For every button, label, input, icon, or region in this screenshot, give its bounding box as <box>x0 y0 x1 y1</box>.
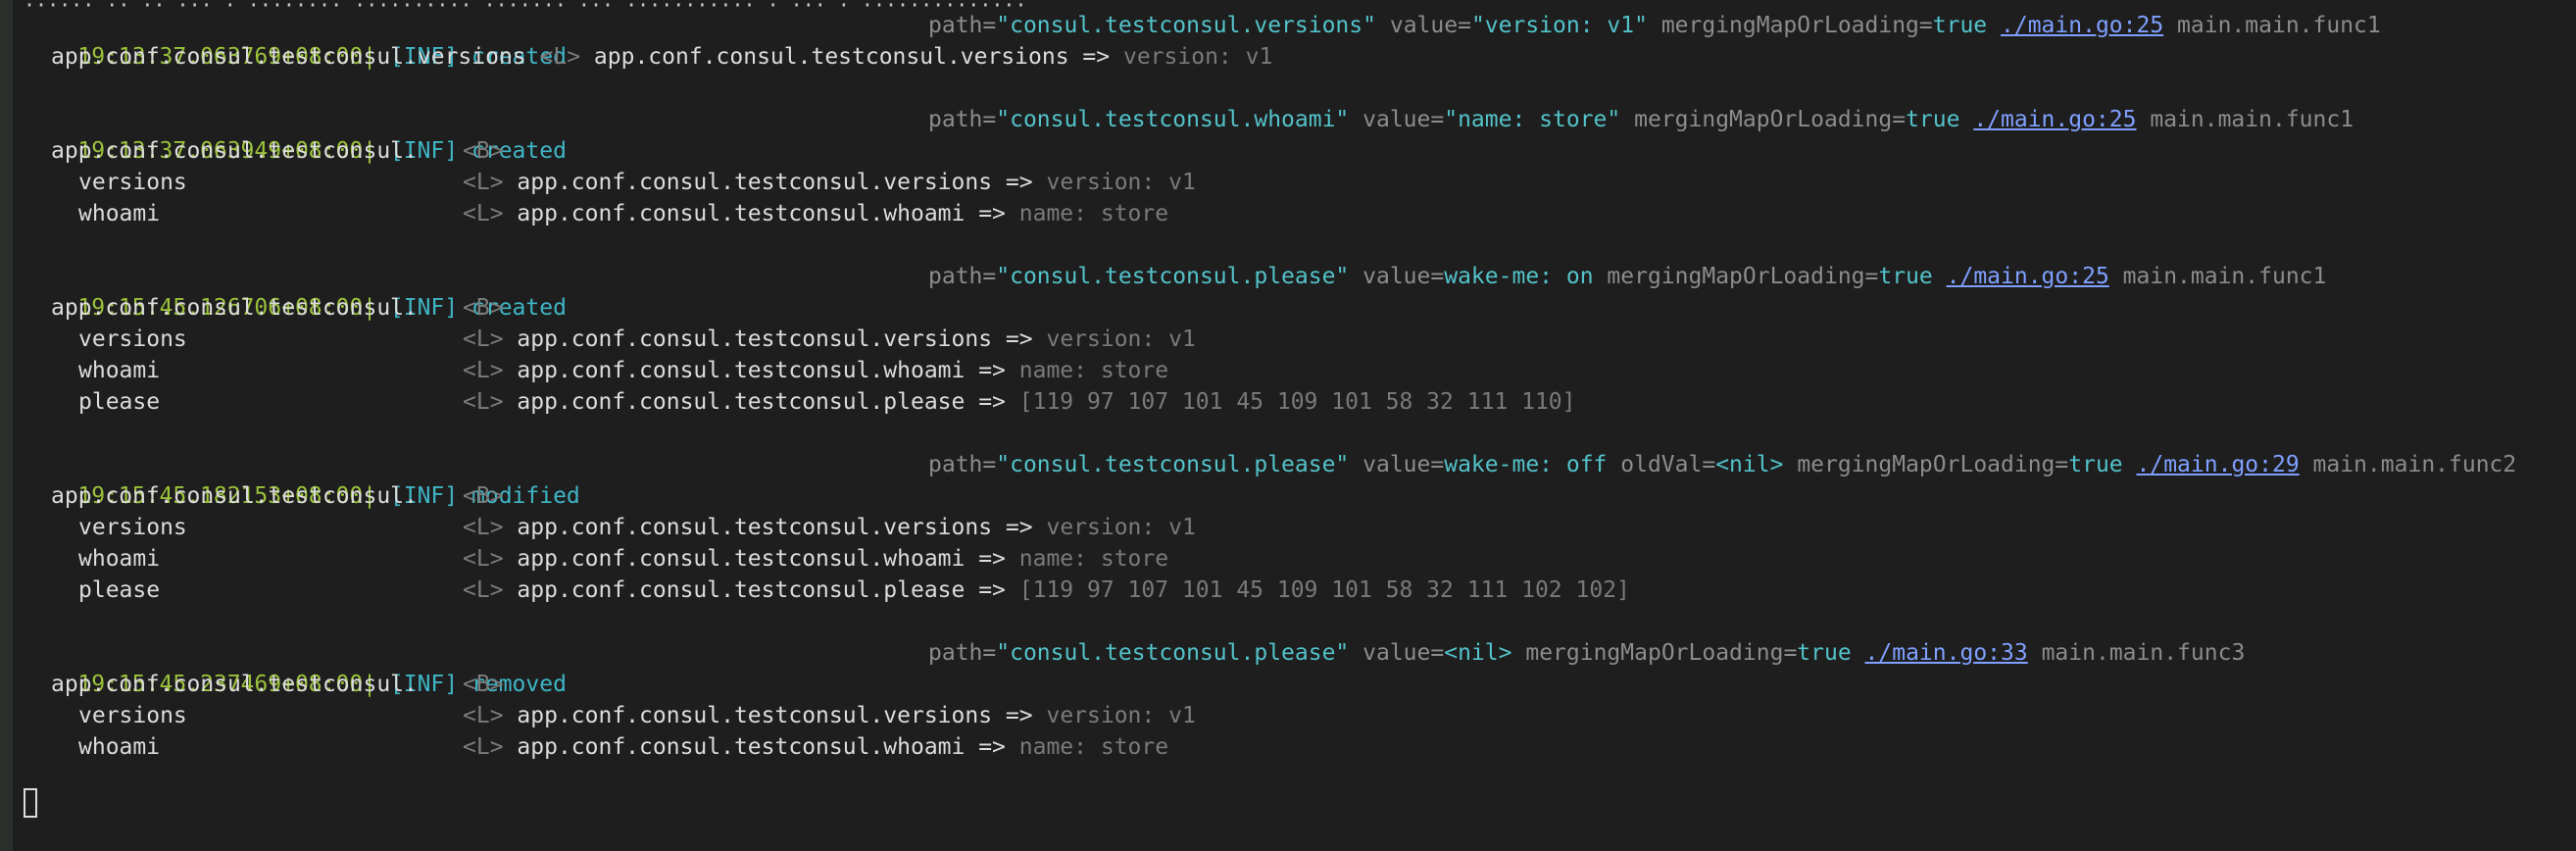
path-value: "consul.testconsul.versions" <box>996 13 1376 38</box>
terminal-cursor <box>24 788 37 818</box>
log-fields: path="consul.testconsul.please" value=wa… <box>928 452 2517 477</box>
source-link[interactable]: ./main.go:33 <box>1865 640 2028 666</box>
terminal-output[interactable]: ······ ·· ·· ··· · ········ ·········· ·… <box>24 0 2562 851</box>
tree-row: whoami <L> app.conf.consul.testconsul.who… <box>78 201 1169 226</box>
log-fields: path="consul.testconsul.please" value=<n… <box>928 640 2246 666</box>
log-header-line: 19:13:37.063949+08:00| [INF] created pat… <box>24 104 2562 164</box>
value-value: "version: v1" <box>1470 13 1648 38</box>
log-header-line: 19:15:45.237469+08:00| [INF] removed pat… <box>24 637 2562 697</box>
tree-root-line: app.conf.consul.testconsul. <B> <box>51 138 504 164</box>
tree-row: versions <L> app.conf.consul.testconsul.v… <box>78 703 1196 728</box>
tree-root-line: app.conf.consul.testconsul. <B> <box>51 672 504 697</box>
source-link[interactable]: ./main.go:25 <box>2001 13 2163 38</box>
tree-row: please <L> app.conf.consul.testconsul.ple… <box>78 577 1630 603</box>
tree-root-line: app.conf.consul.testconsul. <B> <box>51 483 504 509</box>
log-fields: path="consul.testconsul.versions" value=… <box>928 13 2381 38</box>
func-name: main.main.func1 <box>2177 13 2381 38</box>
source-link[interactable]: ./main.go:29 <box>2137 452 2300 477</box>
log-header-line: 19:15:45.126706+08:00| [INF] created pat… <box>24 261 2562 321</box>
window-left-edge <box>0 0 13 851</box>
source-link[interactable]: ./main.go:25 <box>1947 264 2109 289</box>
tree-row: whoami <L> app.conf.consul.testconsul.who… <box>78 734 1169 760</box>
tree-row: whoami <L> app.conf.consul.testconsul.who… <box>78 546 1169 572</box>
log-fields: path="consul.testconsul.whoami" value="n… <box>928 107 2354 132</box>
tree-row: versions <L> app.conf.consul.testconsul.v… <box>78 515 1196 540</box>
log-header-line: 19:15:45.182153+08:00| [INF] modified pa… <box>24 449 2562 509</box>
merge-value: true <box>1932 13 1988 38</box>
tree-line: app.conf.consul.testconsul.versions <L> … <box>51 44 1273 70</box>
log-header-line: 19:13:37.063769+08:00| [INF] created pat… <box>24 10 2562 70</box>
tree-row: whoami <L> app.conf.consul.testconsul.who… <box>78 358 1169 383</box>
tree-row: versions <L> app.conf.consul.testconsul.v… <box>78 170 1196 195</box>
previous-output-line: ······ ·· ·· ··· · ········ ·········· ·… <box>24 0 2562 10</box>
tree-root-line: app.conf.consul.testconsul. <B> <box>51 295 504 321</box>
tree-row: versions <L> app.conf.consul.testconsul.v… <box>78 326 1196 352</box>
source-link[interactable]: ./main.go:25 <box>1973 107 2136 132</box>
tree-row: please <L> app.conf.consul.testconsul.ple… <box>78 389 1576 415</box>
log-fields: path="consul.testconsul.please" value=wa… <box>928 264 2327 289</box>
